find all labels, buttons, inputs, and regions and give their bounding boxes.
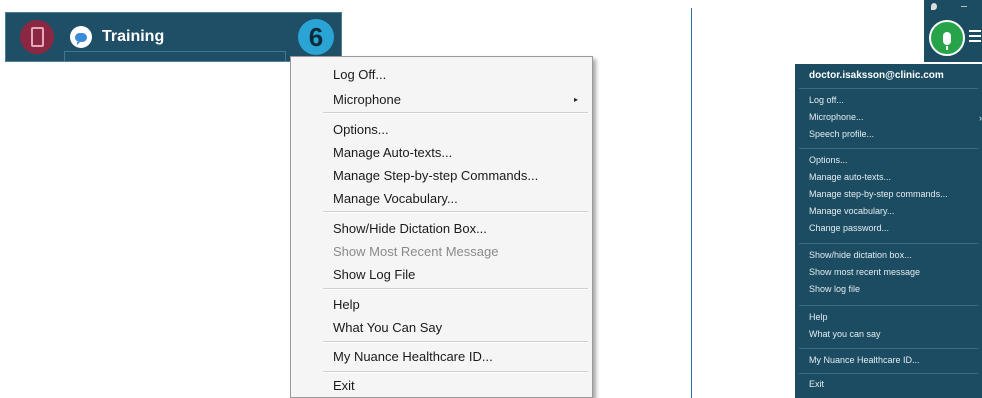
menu-item-show-hide-dictation-box[interactable]: Show/hide dictation box... [809, 250, 912, 260]
menu-separator [323, 211, 588, 213]
menu-item-log-off[interactable]: Log off... [809, 95, 844, 105]
menu-item-options[interactable]: Options... [809, 155, 848, 165]
microphone-glyph [943, 31, 951, 50]
hamburger-line [969, 30, 981, 32]
app-flame-icon [931, 3, 937, 10]
minimize-icon[interactable] [961, 6, 967, 7]
menu-item-show-log-file[interactable]: Show log file [809, 284, 860, 294]
menu-separator [799, 148, 978, 149]
account-email: doctor.isaksson@clinic.com [809, 70, 944, 81]
menu-separator [323, 288, 588, 290]
menu-separator [323, 371, 588, 373]
mini-toolbar [924, 0, 982, 62]
hamburger-line [969, 35, 981, 37]
panel-divider [691, 8, 692, 398]
menu-item-show-log-file[interactable]: Show Log File [333, 267, 415, 282]
profile-title: Training [102, 28, 165, 45]
menu-item-manage-vocabulary[interactable]: Manage vocabulary... [809, 206, 894, 216]
submenu-arrow-icon: ▸ [573, 95, 578, 104]
menu-item-exit[interactable]: Exit [333, 378, 355, 393]
dragon-context-menu: Log Off... Microphone ▸ Options... Manag… [290, 56, 593, 398]
phone-glyph [30, 27, 44, 47]
dark-dropdown-menu: doctor.isaksson@clinic.com Log off... Mi… [795, 64, 982, 398]
menu-item-log-off[interactable]: Log Off... [333, 67, 386, 82]
menu-item-nuance-healthcare-id[interactable]: My Nuance Healthcare ID... [809, 355, 920, 365]
dragon-toolbar: Training 6 [5, 12, 342, 62]
menu-item-options[interactable]: Options... [333, 122, 389, 137]
menu-item-speech-profile[interactable]: Speech profile... [809, 129, 874, 139]
hamburger-menu-icon[interactable] [969, 30, 981, 45]
menu-separator [799, 348, 978, 349]
menu-item-show-hide-dictation-box[interactable]: Show/Hide Dictation Box... [333, 221, 487, 236]
chat-bubble-glyph [75, 32, 87, 45]
menu-item-help[interactable]: Help [333, 297, 360, 312]
menu-item-show-most-recent-message[interactable]: Show most recent message [809, 267, 920, 277]
menu-separator [323, 112, 588, 114]
menu-item-what-you-can-say[interactable]: What You Can Say [333, 320, 442, 335]
menu-item-change-password[interactable]: Change password... [809, 223, 889, 233]
menu-item-manage-auto-texts[interactable]: Manage Auto-texts... [333, 145, 452, 160]
menu-item-manage-step-by-step[interactable]: Manage Step-by-step Commands... [333, 168, 538, 183]
menu-item-manage-step-by-step[interactable]: Manage step-by-step commands... [809, 189, 948, 199]
menu-separator [799, 373, 978, 374]
menu-item-nuance-healthcare-id[interactable]: My Nuance Healthcare ID... [333, 349, 493, 364]
phone-icon[interactable] [20, 20, 54, 54]
toolbar-inner: Training 6 [6, 13, 341, 62]
menu-separator [323, 341, 588, 343]
hamburger-line [969, 40, 981, 42]
menu-separator [799, 88, 978, 89]
menu-item-exit[interactable]: Exit [809, 379, 824, 389]
menu-item-what-you-can-say[interactable]: What you can say [809, 329, 881, 339]
menu-item-help[interactable]: Help [809, 312, 828, 322]
microphone-icon[interactable] [929, 20, 965, 56]
chat-bubble-icon[interactable] [70, 26, 92, 48]
status-field [64, 51, 286, 62]
menu-separator [799, 305, 978, 306]
menu-item-microphone[interactable]: Microphone [333, 92, 401, 107]
menu-item-show-most-recent-message: Show Most Recent Message [333, 244, 499, 259]
menu-item-manage-auto-texts[interactable]: Manage auto-texts... [809, 172, 891, 182]
dragon-logo-icon[interactable]: 6 [298, 19, 334, 55]
menu-item-manage-vocabulary[interactable]: Manage Vocabulary... [333, 191, 458, 206]
menu-separator [799, 243, 978, 244]
menu-item-microphone[interactable]: Microphone... [809, 112, 864, 122]
dragon-logo-glyph: 6 [308, 21, 324, 52]
